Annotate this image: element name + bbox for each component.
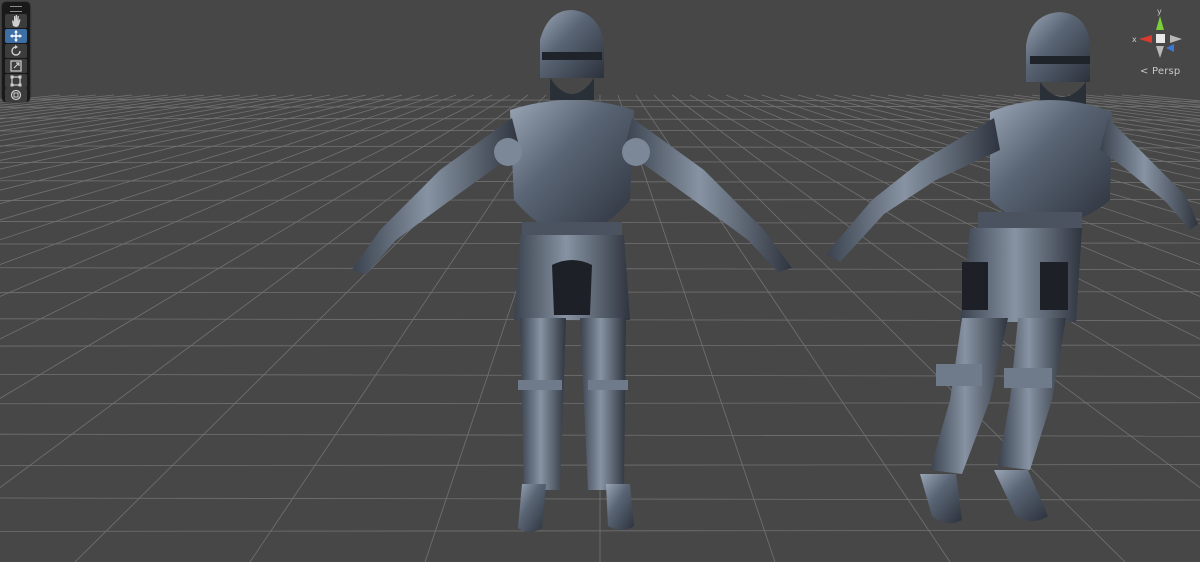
transform-tool-button[interactable]: [5, 88, 27, 102]
gizmo-y-label: y: [1157, 7, 1162, 16]
projection-toggle[interactable]: < Persp: [1140, 66, 1180, 77]
gizmo-x-label: x: [1132, 35, 1137, 44]
gizmo-z-axis-cone[interactable]: [1166, 44, 1174, 52]
knight-angled-body: [826, 12, 1198, 524]
palette-grip[interactable]: [10, 6, 22, 12]
gizmo-y-axis-cone[interactable]: [1156, 16, 1164, 30]
rect-tool-button[interactable]: [5, 74, 27, 88]
gizmo-neg-x-cone[interactable]: [1170, 35, 1182, 43]
scene-tool-palette: [2, 2, 30, 102]
move-tool-button[interactable]: [5, 29, 27, 43]
projection-label: Persp: [1151, 66, 1181, 77]
rotate-tool-button[interactable]: [5, 44, 27, 58]
gizmo-center-cube[interactable]: [1156, 34, 1165, 43]
gizmo-x-axis-cone[interactable]: [1139, 35, 1152, 43]
scene-view-viewport[interactable]: y x < Persp: [0, 0, 1200, 562]
hand-tool-button[interactable]: [5, 14, 27, 28]
knight-armor-angled[interactable]: [0, 0, 1200, 562]
gizmo-neg-y-cone[interactable]: [1156, 46, 1164, 58]
projection-caret-icon: <: [1140, 66, 1149, 77]
scale-tool-button[interactable]: [5, 59, 27, 73]
